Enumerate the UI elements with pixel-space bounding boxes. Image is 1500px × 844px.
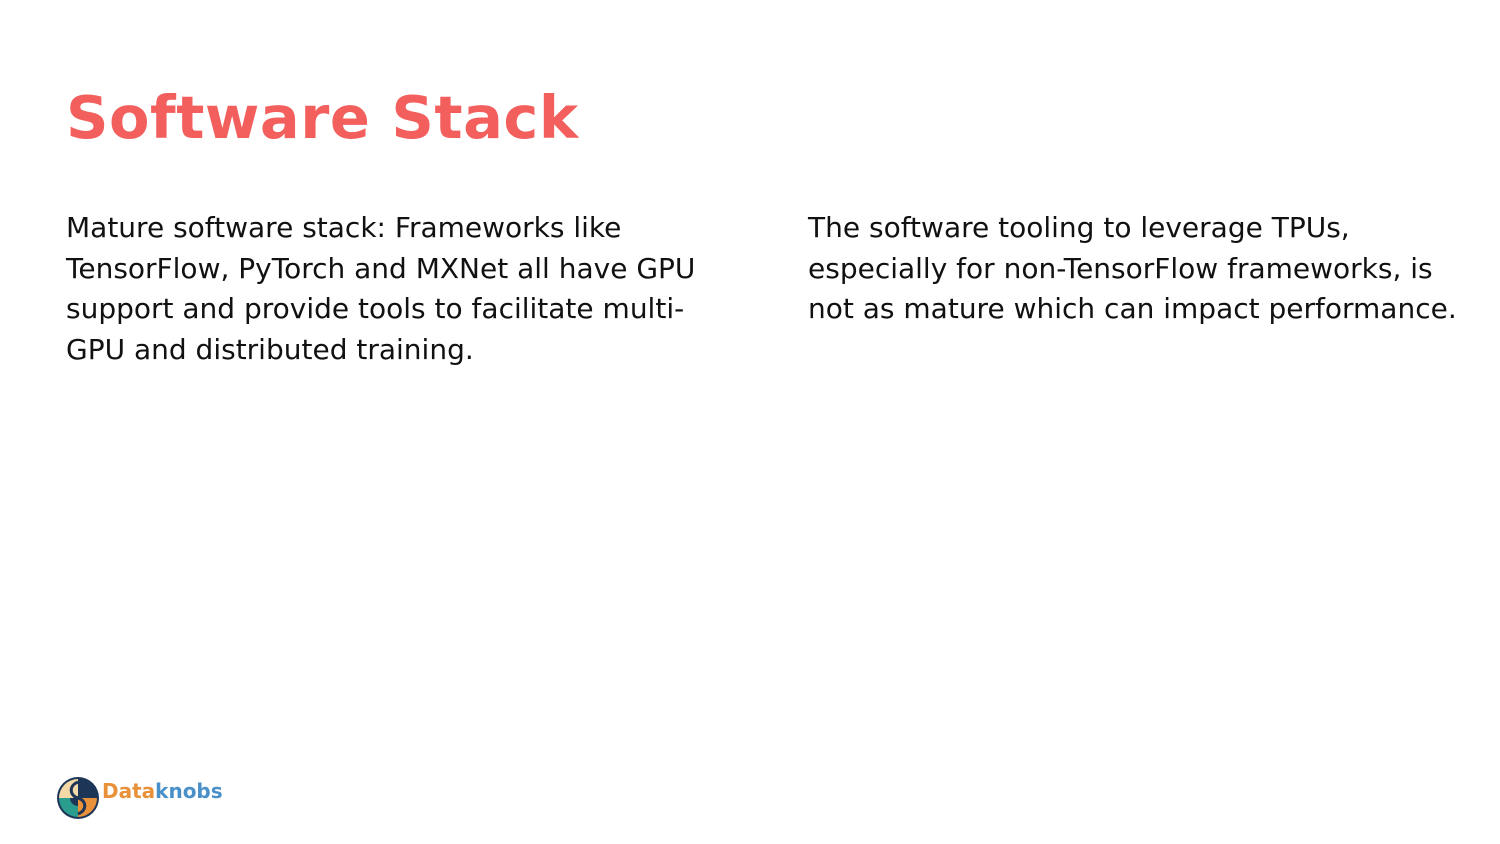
slide-title: Software Stack [66, 83, 579, 152]
left-column-text: Mature software stack: Frameworks like T… [66, 211, 696, 366]
slide: Software Stack Mature software stack: Fr… [0, 0, 1500, 844]
dataknobs-logo-icon [57, 777, 99, 819]
brand-logo: Dataknobs [56, 776, 223, 820]
right-column-text: The software tooling to leverage TPUs, e… [808, 211, 1457, 325]
brand-name: Dataknobs [102, 779, 223, 803]
brand-name-data: Data [102, 779, 156, 803]
brand-name-knobs: knobs [155, 779, 223, 803]
